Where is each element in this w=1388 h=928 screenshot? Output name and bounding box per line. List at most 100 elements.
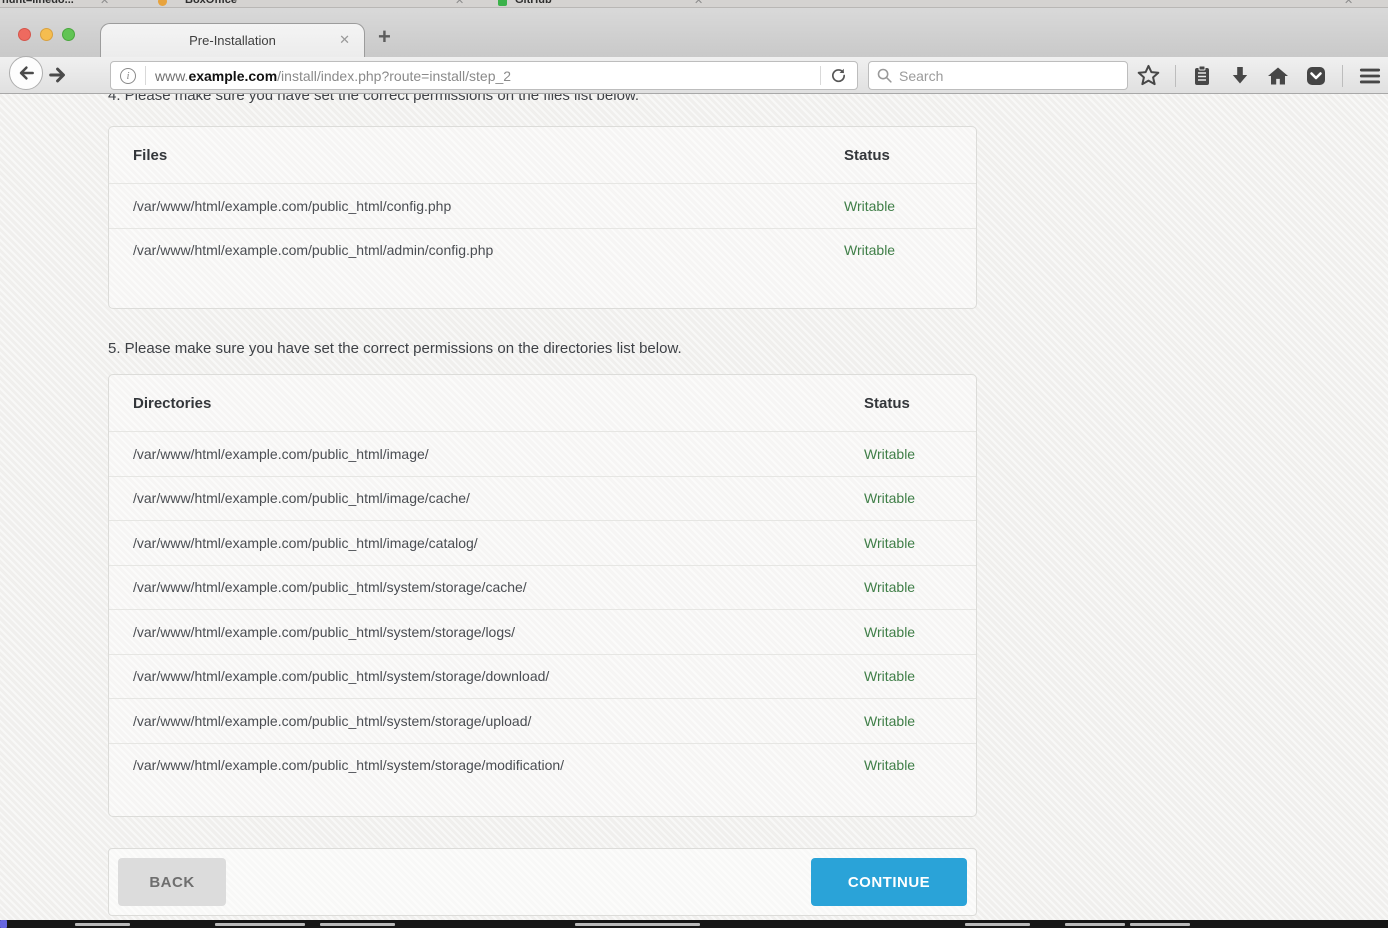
forward-button[interactable] (47, 64, 69, 86)
status-badge: Writable (864, 579, 952, 595)
url-bar[interactable]: i www.example.com/install/index.php?rout… (110, 61, 858, 90)
status-badge: Writable (844, 242, 952, 258)
tab-title: Pre-Installation (189, 33, 276, 48)
bookmark-star-button[interactable] (1136, 63, 1161, 88)
files-panel: Files Status /var/www/html/example.com/p… (108, 126, 977, 309)
status-badge: Writable (864, 624, 952, 640)
divider (1175, 65, 1176, 87)
reload-button[interactable] (830, 67, 857, 84)
step-4-heading: 4. Please make sure you have set the cor… (108, 94, 977, 106)
table-header-row: Directories Status (109, 375, 976, 431)
terminal-fragment (1065, 923, 1125, 926)
status-column-header: Status (864, 395, 952, 412)
magnifier-icon (876, 67, 893, 84)
close-window-button[interactable] (18, 28, 31, 41)
downloads-button[interactable] (1228, 64, 1252, 88)
terminal-fragment (320, 923, 395, 926)
background-window-tabstrip[interactable]: hunt=linedo... ✕ BoxOffice ✕ GitHub ✕ ✕ (0, 0, 1388, 8)
panel-padding (109, 787, 976, 816)
directory-path: /var/www/html/example.com/public_html/im… (133, 490, 864, 506)
table-row: /var/www/html/example.com/public_html/co… (109, 183, 976, 228)
status-badge: Writable (864, 535, 952, 551)
close-icon: ✕ (455, 0, 464, 7)
terminal-fragment (965, 923, 1030, 926)
table-row: /var/www/html/example.com/public_html/sy… (109, 565, 976, 610)
file-path: /var/www/html/example.com/public_html/co… (133, 198, 844, 214)
back-step-button[interactable]: BACK (118, 858, 226, 906)
install-container: 4. Please make sure you have set the cor… (108, 94, 977, 916)
search-input[interactable] (868, 61, 1128, 90)
menu-hamburger-button[interactable] (1357, 63, 1383, 89)
directory-path: /var/www/html/example.com/public_html/sy… (133, 713, 864, 729)
arrow-right-icon (47, 64, 69, 86)
new-tab-button[interactable]: + (378, 26, 391, 48)
minimize-window-button[interactable] (40, 28, 53, 41)
table-row: /var/www/html/example.com/public_html/sy… (109, 654, 976, 699)
status-badge: Writable (864, 713, 952, 729)
tab-bar: Pre-Installation ✕ + (0, 8, 1388, 57)
window-controls (18, 28, 75, 41)
directory-path: /var/www/html/example.com/public_html/sy… (133, 757, 864, 773)
directory-path: /var/www/html/example.com/public_html/im… (133, 535, 864, 551)
files-column-header: Files (133, 147, 844, 164)
bookmarks-clipboard-button[interactable] (1190, 64, 1214, 88)
url-text: www.example.com/install/index.php?route=… (155, 68, 811, 84)
table-header-row: Files Status (109, 127, 976, 183)
table-row: /var/www/html/example.com/public_html/im… (109, 431, 976, 476)
table-row: /var/www/html/example.com/public_html/im… (109, 476, 976, 521)
directory-path: /var/www/html/example.com/public_html/sy… (133, 579, 864, 595)
close-icon: ✕ (100, 0, 109, 7)
terminal-fragment (1130, 923, 1190, 926)
close-tab-icon[interactable]: ✕ (339, 32, 350, 48)
wizard-buttons-bar: BACK CONTINUE (108, 848, 977, 916)
status-badge: Writable (864, 668, 952, 684)
back-button[interactable] (9, 56, 43, 90)
toolbar-icons (1136, 57, 1383, 94)
tab-pre-installation[interactable]: Pre-Installation ✕ (100, 23, 365, 57)
info-circle-icon[interactable]: i (120, 68, 136, 84)
panel-padding (109, 272, 976, 308)
background-tab-label: hunt=linedo... (2, 0, 74, 6)
terminal-fragment (215, 923, 305, 926)
navigation-toolbar: i www.example.com/install/index.php?rout… (0, 57, 1388, 94)
page-content: 4. Please make sure you have set the cor… (0, 94, 1388, 920)
close-icon: ✕ (1344, 0, 1353, 7)
boxoffice-favicon-icon (158, 0, 167, 6)
directories-panel: Directories Status /var/www/html/example… (108, 374, 977, 817)
terminal-fragment (575, 923, 700, 926)
status-column-header: Status (844, 147, 952, 164)
terminal-fragment (75, 923, 130, 926)
background-tab-label: GitHub (515, 0, 552, 6)
status-badge: Writable (864, 446, 952, 462)
url-path: /install/index.php?route=install/step_2 (277, 68, 511, 84)
search-box (868, 61, 1128, 90)
firefox-window: hunt=linedo... ✕ BoxOffice ✕ GitHub ✕ ✕ … (0, 0, 1388, 928)
directory-path: /var/www/html/example.com/public_html/im… (133, 446, 864, 462)
url-domain: example.com (188, 68, 277, 84)
directories-column-header: Directories (133, 395, 864, 412)
step-5-heading: 5. Please make sure you have set the cor… (108, 339, 977, 359)
table-row: /var/www/html/example.com/public_html/sy… (109, 743, 976, 788)
url-prefix: www. (155, 68, 188, 84)
divider (820, 66, 821, 85)
background-tab-label: BoxOffice (185, 0, 237, 6)
directory-path: /var/www/html/example.com/public_html/sy… (133, 668, 864, 684)
divider (1342, 65, 1343, 87)
status-badge: Writable (844, 198, 952, 214)
file-path: /var/www/html/example.com/public_html/ad… (133, 242, 844, 258)
arrow-left-icon (16, 63, 36, 83)
table-row: /var/www/html/example.com/public_html/im… (109, 520, 976, 565)
zoom-window-button[interactable] (62, 28, 75, 41)
terminal-fragment (0, 920, 7, 928)
continue-button[interactable]: CONTINUE (811, 858, 967, 906)
status-badge: Writable (864, 757, 952, 773)
table-row: /var/www/html/example.com/public_html/sy… (109, 698, 976, 743)
directory-path: /var/www/html/example.com/public_html/sy… (133, 624, 864, 640)
table-row: /var/www/html/example.com/public_html/sy… (109, 609, 976, 654)
status-badge: Writable (864, 490, 952, 506)
close-icon: ✕ (694, 0, 703, 7)
pocket-button[interactable] (1304, 64, 1328, 88)
home-button[interactable] (1266, 64, 1290, 88)
reload-icon (830, 67, 847, 84)
divider (145, 66, 146, 85)
